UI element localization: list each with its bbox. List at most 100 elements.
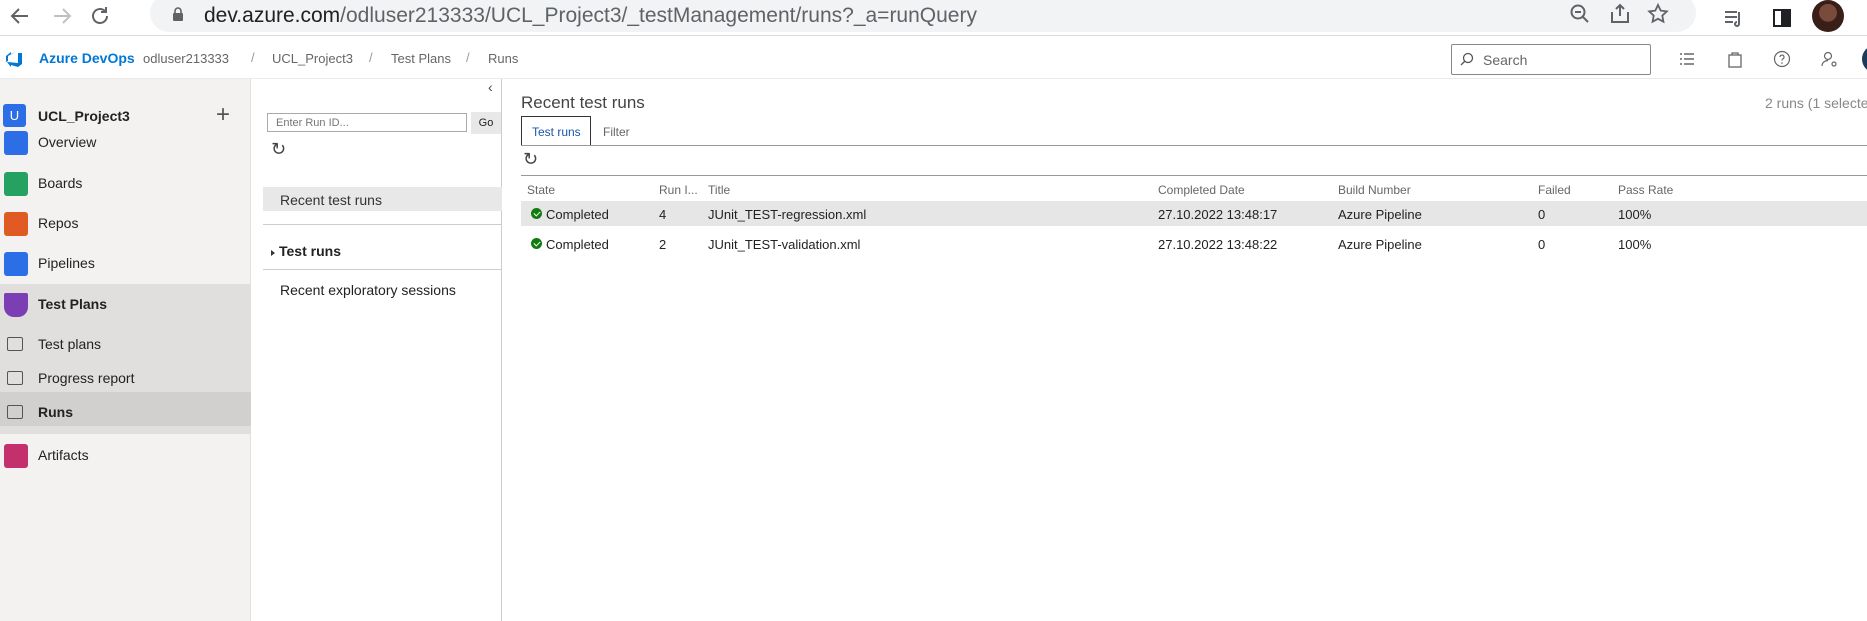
work-items-list-icon[interactable]	[1678, 50, 1696, 68]
runs-icon	[7, 405, 23, 419]
share-icon[interactable]	[1608, 2, 1632, 26]
azure-devops-logo-icon[interactable]	[4, 49, 24, 69]
column-header-title[interactable]: Title	[708, 183, 730, 197]
nav-recent-exploratory-sessions[interactable]: Recent exploratory sessions	[280, 282, 456, 298]
pipelines-icon	[4, 252, 28, 276]
search-placeholder: Search	[1483, 52, 1528, 68]
divider	[263, 224, 502, 225]
breadcrumb-org[interactable]: odluser213333	[143, 51, 229, 66]
breadcrumb-project[interactable]: UCL_Project3	[272, 51, 353, 66]
tab-test-runs[interactable]: Test runs	[521, 116, 591, 146]
search-box[interactable]: Search	[1451, 44, 1651, 75]
url-text: dev.azure.com/odluser213333/UCL_Project3…	[204, 4, 977, 27]
forward-arrow-icon[interactable]	[50, 4, 74, 34]
reading-list-icon[interactable]	[1722, 6, 1746, 30]
breadcrumb-test-plans[interactable]: Test Plans	[391, 51, 451, 66]
sidebar-item-label: Runs	[38, 404, 73, 420]
nav-test-runs[interactable]: Test runs	[279, 243, 341, 259]
side-panel-icon[interactable]	[1770, 6, 1794, 30]
repos-icon	[4, 212, 28, 236]
column-header-pass-rate[interactable]: Pass Rate	[1618, 183, 1673, 197]
marketplace-bag-icon[interactable]	[1726, 50, 1744, 68]
runs-count: 2 runs (1 selecte	[1765, 95, 1867, 111]
lock-icon	[173, 7, 183, 21]
sidebar-item-label: Progress report	[38, 370, 135, 386]
user-avatar[interactable]	[1862, 45, 1867, 73]
artifacts-icon	[4, 444, 28, 468]
sidebar-item-label: Boards	[38, 175, 83, 191]
cell-title: JUnit_TEST-validation.xml	[708, 237, 861, 252]
test-plans-flask-icon	[4, 293, 28, 317]
zoom-out-icon[interactable]	[1568, 2, 1592, 26]
left-navigation: U UCL_Project3 + Overview Boards Repos P…	[0, 79, 251, 621]
breadcrumb-separator: /	[369, 50, 373, 65]
cell-pass-rate: 100%	[1618, 207, 1652, 222]
cell-state: Completed	[546, 237, 609, 252]
sidebar-item-artifacts[interactable]: Artifacts	[0, 435, 251, 475]
sidebar-item-repos[interactable]: Repos	[0, 203, 251, 243]
breadcrumb-runs[interactable]: Runs	[488, 51, 518, 66]
divider	[263, 269, 502, 270]
boards-icon	[4, 172, 28, 196]
sidebar-item-overview[interactable]: Overview	[0, 122, 251, 162]
search-icon	[1460, 52, 1474, 66]
cell-build-number: Azure Pipeline	[1338, 207, 1422, 222]
cell-run-id: 4	[659, 207, 667, 222]
runs-explorer-panel: ‹ Go ↻ Recent test runs Test runs Recent…	[251, 79, 502, 621]
refresh-icon[interactable]: ↻	[523, 149, 538, 170]
column-header-failed[interactable]: Failed	[1538, 183, 1571, 197]
column-header-completed-date[interactable]: Completed Date	[1158, 183, 1245, 197]
column-header-state[interactable]: State	[527, 183, 555, 197]
column-header-build-number[interactable]: Build Number	[1338, 183, 1411, 197]
tab-filter[interactable]: Filter	[603, 125, 630, 139]
reload-icon[interactable]	[88, 4, 112, 34]
table-row[interactable]: Completed 4 JUnit_TEST-regression.xml 27…	[521, 201, 1867, 226]
expand-chevron-icon[interactable]	[269, 249, 277, 257]
address-bar[interactable]: dev.azure.com/odluser213333/UCL_Project3…	[150, 0, 1696, 32]
cell-state: Completed	[546, 207, 609, 222]
sidebar-item-boards[interactable]: Boards	[0, 163, 251, 203]
profile-avatar[interactable]	[1812, 0, 1844, 32]
nav-recent-test-runs[interactable]: Recent test runs	[263, 187, 502, 211]
browser-chrome: dev.azure.com/odluser213333/UCL_Project3…	[0, 0, 1867, 36]
nav-label: Recent test runs	[280, 192, 382, 208]
sidebar-item-label: Pipelines	[38, 255, 95, 271]
brand-link[interactable]: Azure DevOps	[39, 50, 135, 66]
cell-run-id: 2	[659, 237, 667, 252]
tab-underline	[521, 145, 1867, 146]
user-settings-icon[interactable]	[1820, 50, 1838, 68]
progress-report-icon	[7, 371, 23, 385]
sidebar-item-test-plans[interactable]: Test Plans	[0, 284, 251, 324]
breadcrumb-separator: /	[466, 50, 470, 65]
star-icon[interactable]	[1646, 2, 1670, 26]
sidebar-item-label: Artifacts	[38, 447, 89, 463]
page-title: Recent test runs	[521, 93, 645, 112]
cell-completed-date: 27.10.2022 13:48:22	[1158, 237, 1278, 252]
table-header-divider	[521, 175, 1867, 176]
sidebar-item-label: Test plans	[38, 336, 102, 352]
go-button[interactable]: Go	[471, 112, 501, 134]
overview-icon	[4, 131, 28, 155]
table-row[interactable]: Completed 2 JUnit_TEST-validation.xml 27…	[521, 231, 1867, 256]
cell-failed: 0	[1538, 237, 1546, 252]
back-arrow-icon[interactable]	[8, 4, 32, 34]
breadcrumb-separator: /	[251, 50, 255, 65]
completed-check-icon	[531, 238, 542, 249]
cell-failed: 0	[1538, 207, 1546, 222]
main-content: Recent test runs 2 runs (1 selecte Test …	[503, 79, 1867, 621]
tab-label: Test runs	[532, 125, 581, 139]
help-icon[interactable]	[1773, 50, 1791, 68]
cell-pass-rate: 100%	[1618, 237, 1652, 252]
column-header-run-id[interactable]: Run I...	[659, 183, 698, 197]
sidebar-item-label: Overview	[38, 134, 97, 150]
run-id-input[interactable]	[267, 113, 467, 132]
sidebar-item-label: Test Plans	[38, 296, 107, 312]
collapse-chevron-icon[interactable]: ‹	[488, 79, 493, 95]
cell-completed-date: 27.10.2022 13:48:17	[1158, 207, 1278, 222]
cell-title: JUnit_TEST-regression.xml	[708, 207, 867, 222]
completed-check-icon	[531, 208, 542, 219]
refresh-icon[interactable]: ↻	[271, 139, 286, 160]
sidebar-item-label: Repos	[38, 215, 79, 231]
sidebar-item-pipelines[interactable]: Pipelines	[0, 243, 251, 283]
sidebar-group-end	[0, 426, 251, 434]
